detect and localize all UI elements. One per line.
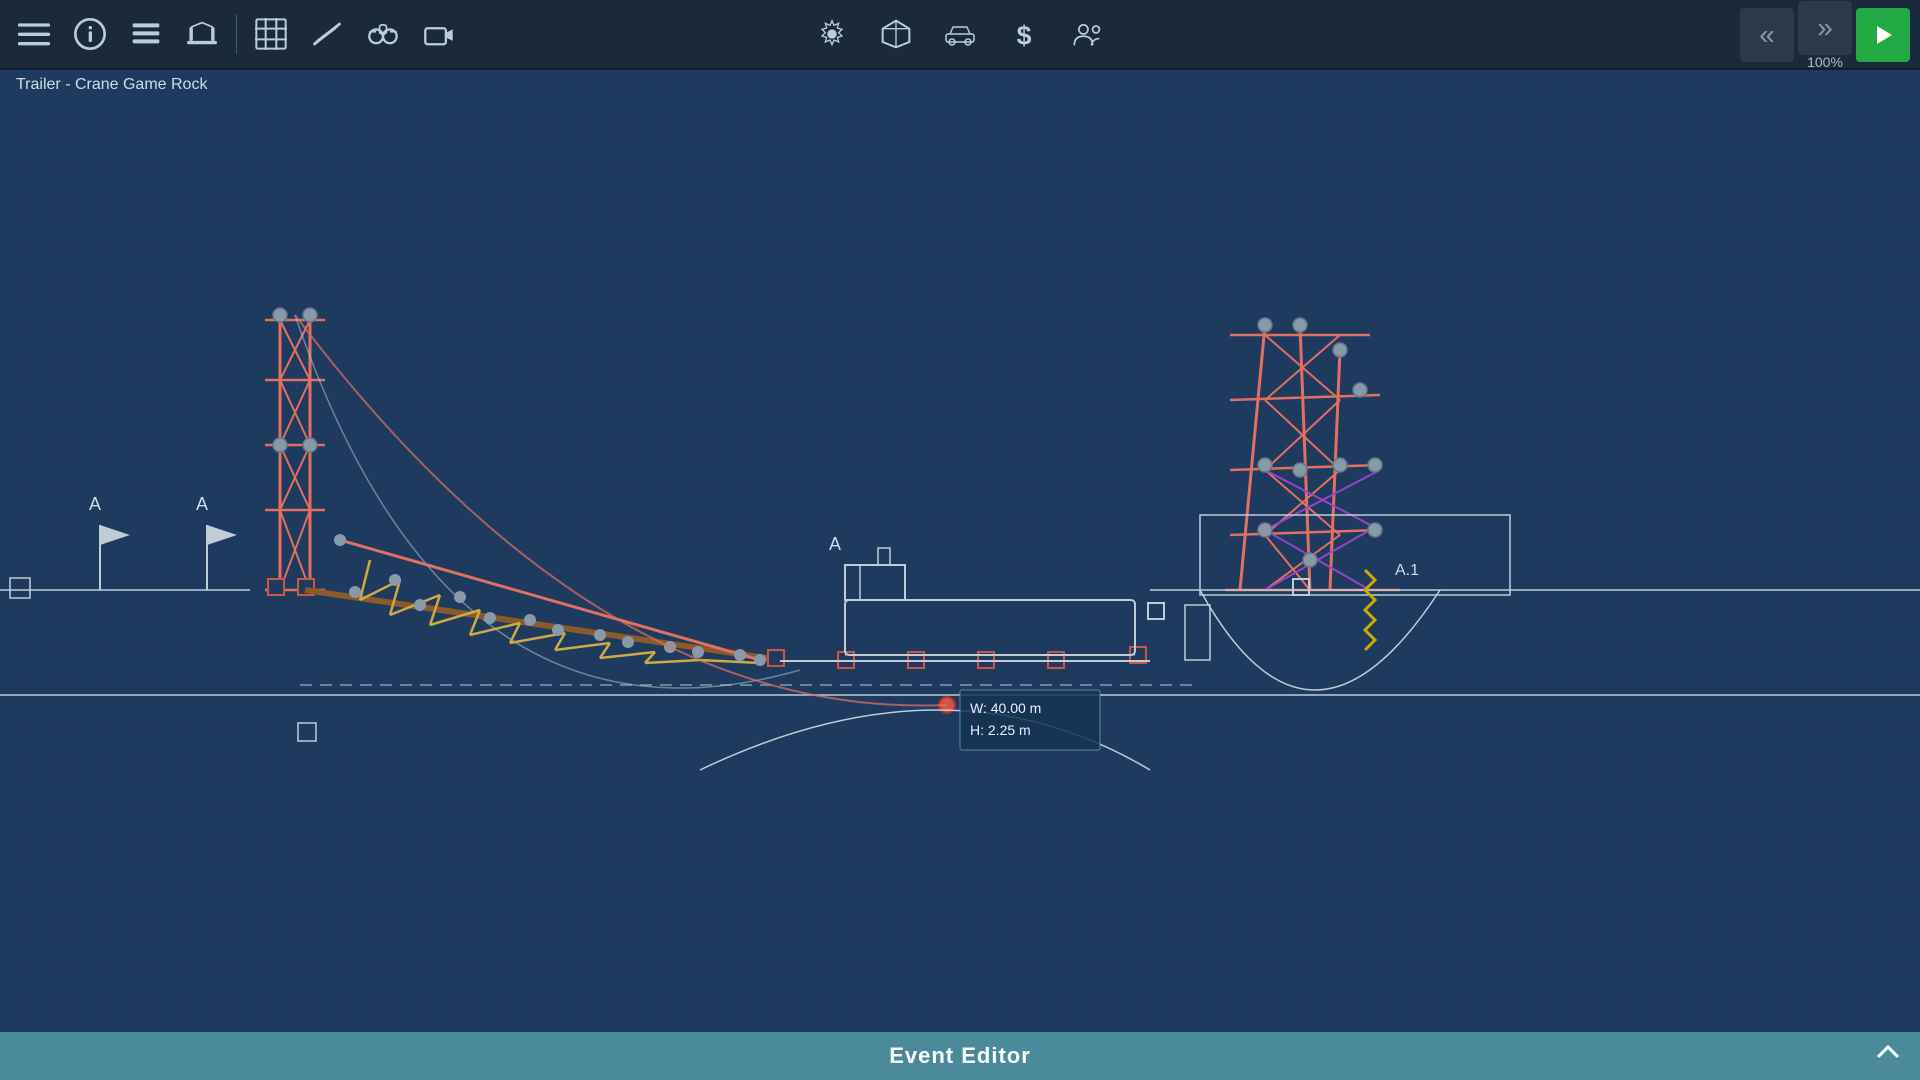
toolbar-mid-left-group bbox=[247, 10, 463, 58]
bridge-button[interactable] bbox=[178, 10, 226, 58]
nav-forward-button[interactable]: » bbox=[1798, 1, 1852, 55]
binoculars-button[interactable] bbox=[359, 10, 407, 58]
money-button[interactable]: $ bbox=[1000, 10, 1048, 58]
zoom-label: 100% bbox=[1807, 55, 1843, 69]
bridge-canvas: A A bbox=[0, 70, 1920, 1032]
menu-button[interactable] bbox=[10, 10, 58, 58]
expand-button[interactable] bbox=[1872, 1037, 1904, 1076]
bottom-bar: Event Editor bbox=[0, 1032, 1920, 1080]
list-button[interactable] bbox=[122, 10, 170, 58]
subtitle-bar: Trailer - Crane Game Rock bbox=[0, 70, 223, 100]
toolbar: $ bbox=[0, 0, 1920, 70]
play-button[interactable] bbox=[1856, 8, 1910, 62]
svg-text:A: A bbox=[89, 494, 101, 514]
nav-back-button[interactable]: « bbox=[1740, 8, 1794, 62]
grid-button[interactable] bbox=[247, 10, 295, 58]
subtitle-text: Trailer - Crane Game Rock bbox=[16, 76, 207, 93]
info-button[interactable] bbox=[66, 10, 114, 58]
camera-button[interactable] bbox=[415, 10, 463, 58]
toolbar-center-group: $ bbox=[808, 10, 1112, 58]
cube-button[interactable] bbox=[872, 10, 920, 58]
svg-text:A: A bbox=[196, 494, 208, 514]
info-width: W: 40.00 m bbox=[970, 700, 1041, 716]
info-height: H: 2.25 m bbox=[970, 722, 1031, 738]
svg-text:A: A bbox=[829, 534, 841, 554]
car-button[interactable] bbox=[936, 10, 984, 58]
toolbar-left-group bbox=[10, 10, 226, 58]
toolbar-right-nav: « » 100% bbox=[1730, 0, 1920, 70]
measure-button[interactable] bbox=[303, 10, 351, 58]
nav-back-group: « bbox=[1740, 8, 1794, 62]
nav-forward-group: » 100% bbox=[1798, 1, 1852, 69]
event-editor-label: Event Editor bbox=[889, 1043, 1031, 1069]
separator-1 bbox=[236, 14, 237, 54]
settings-button[interactable] bbox=[808, 10, 856, 58]
canvas-area[interactable]: A A bbox=[0, 70, 1920, 1032]
svg-text:$: $ bbox=[1017, 21, 1032, 50]
a1-label: A.1 bbox=[1395, 562, 1419, 579]
people-button[interactable] bbox=[1064, 10, 1112, 58]
